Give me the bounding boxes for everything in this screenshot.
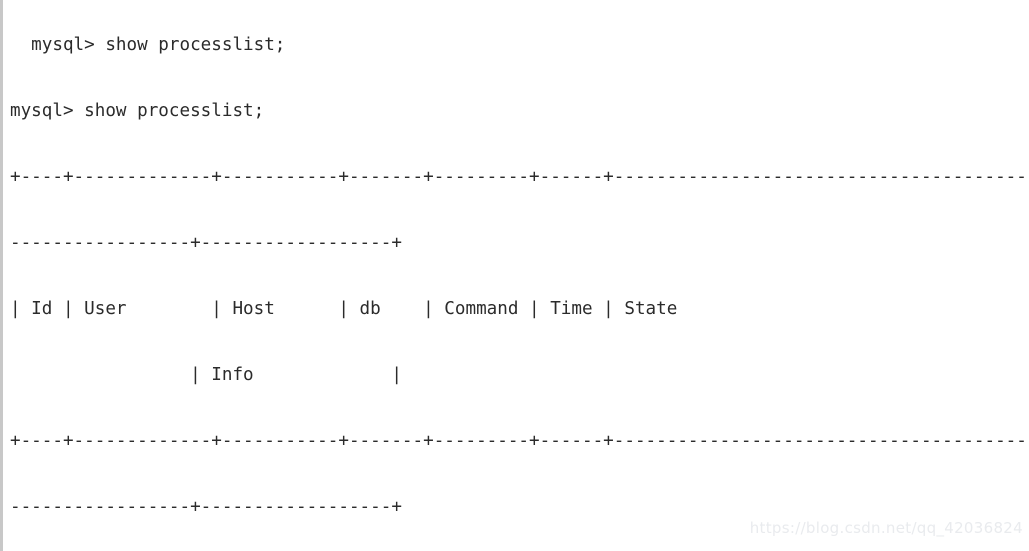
table-separator-top-part2: -----------------+------------------+: [10, 233, 402, 253]
table-header-part1: | Id | User | Host | db | Command | Time…: [10, 299, 678, 319]
terminal-line-clipped-top: mysql> show processlist;: [10, 35, 286, 55]
terminal-window[interactable]: mysql> show processlist; mysql> show pro…: [0, 0, 1029, 551]
terminal-prompt-line: mysql> show processlist;: [10, 101, 265, 121]
table-separator-mid-part1: +----+-------------+-----------+-------+…: [10, 431, 1027, 451]
terminal-output-text[interactable]: mysql> show processlist; mysql> show pro…: [10, 0, 1027, 551]
table-separator-mid-part2: -----------------+------------------+: [10, 497, 402, 517]
table-header-part2: | Info |: [10, 365, 402, 385]
table-separator-top-part1: +----+-------------+-----------+-------+…: [10, 167, 1027, 187]
